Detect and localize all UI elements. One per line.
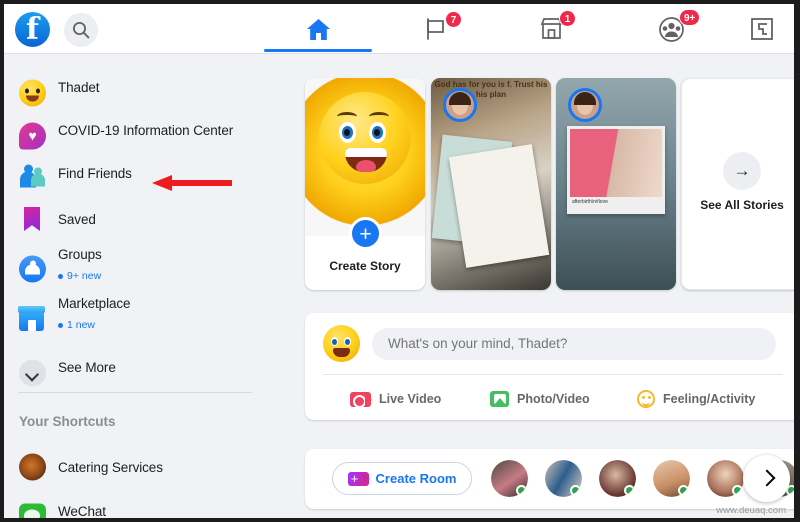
create-story-thumbnail <box>305 78 425 236</box>
groups-badge: 9+ <box>679 9 701 26</box>
sidebar-item-badge-groups: 9+ new <box>58 270 101 282</box>
sidebar-item-saved[interactable]: Saved <box>14 200 258 238</box>
feeling-activity-icon <box>637 390 655 408</box>
arrow-right-icon <box>723 152 761 190</box>
sidebar-item-wechat[interactable]: WeChat <box>14 492 258 518</box>
left-sidebar: Thadet COVID-19 Information Center Find … <box>4 54 266 518</box>
home-icon <box>306 18 330 40</box>
feeling-activity-label: Feeling/Activity <box>663 392 756 406</box>
sidebar-item-label: Marketplace <box>58 296 131 311</box>
chevron-down-icon <box>19 359 46 386</box>
sidebar-item-label: Thadet <box>58 79 100 95</box>
live-video-button[interactable]: Live Video <box>350 385 441 413</box>
sidebar-item-catering-services[interactable]: Catering Services <box>14 448 258 486</box>
gaming-icon <box>751 18 773 40</box>
online-status-dot <box>624 485 635 496</box>
chevron-right-icon[interactable] <box>743 455 790 502</box>
facebook-logo-icon[interactable]: f <box>15 12 50 47</box>
story-caption: afterbirth\n#love <box>572 199 608 205</box>
nav-tab-marketplace[interactable]: 1 <box>509 4 593 54</box>
contact-avatar[interactable] <box>707 460 744 497</box>
sidebar-item-label: Groups <box>58 247 102 262</box>
groups-circle-icon <box>19 255 46 282</box>
story-author-avatar <box>443 88 477 122</box>
sidebar-item-label: See More <box>58 359 116 375</box>
facebook-logo-glyph: f <box>26 12 39 47</box>
contact-avatar[interactable] <box>653 460 690 497</box>
nav-tab-flag[interactable]: 7 <box>394 4 478 54</box>
composer-divider <box>323 374 783 375</box>
feeling-activity-button[interactable]: Feeling/Activity <box>637 385 755 413</box>
plus-icon[interactable]: + <box>349 217 382 250</box>
browser-viewport: f 7 1 9+ Thadet ♥ COVID-19 Information C… <box>4 4 794 518</box>
online-status-dot <box>678 485 689 496</box>
sidebar-item-label: Find Friends <box>58 165 132 181</box>
create-room-label: Create Room <box>375 471 457 486</box>
photo-video-button[interactable]: Photo/Video <box>490 385 590 413</box>
sidebar-item-groups[interactable]: Groups 9+ new <box>14 244 258 282</box>
sidebar-item-label: Catering Services <box>58 459 163 475</box>
sidebar-item-label: WeChat <box>58 503 106 519</box>
online-status-dot <box>570 485 581 496</box>
active-tab-underline <box>264 49 372 52</box>
online-status-dot <box>516 485 527 496</box>
post-composer: Live Video Photo/Video Feeling/Activity <box>305 313 794 420</box>
flag-badge: 7 <box>445 11 462 28</box>
sidebar-item-marketplace[interactable]: Marketplace 1 new <box>14 293 258 331</box>
video-room-icon <box>347 469 370 488</box>
rooms-bar: Create Room <box>305 449 794 509</box>
create-room-button[interactable]: Create Room <box>332 462 472 495</box>
marketplace-badge: 1 <box>559 10 576 27</box>
story-polaroid: afterbirth\n#love <box>567 126 665 214</box>
photo-video-label: Photo/Video <box>517 392 590 406</box>
sidebar-item-label: Saved <box>58 211 96 227</box>
contact-avatar[interactable] <box>599 460 636 497</box>
story-card-2[interactable]: afterbirth\n#love <box>556 78 676 290</box>
shortcuts-section-header: Your Shortcuts <box>19 414 116 429</box>
contact-avatar[interactable] <box>491 460 528 497</box>
watermark: www.deuaq.com <box>716 505 786 516</box>
sidebar-divider <box>18 392 252 393</box>
story-card-1[interactable]: God has for you is f. Trust his his plan <box>431 78 551 290</box>
photo-video-icon <box>490 391 509 407</box>
live-video-label: Live Video <box>379 392 442 406</box>
sidebar-item-badge-marketplace: 1 new <box>58 319 95 331</box>
contact-avatar[interactable] <box>545 460 582 497</box>
nav-tab-groups[interactable]: 9+ <box>629 4 713 54</box>
nav-tab-gaming[interactable] <box>739 4 785 54</box>
sidebar-item-thadet[interactable]: Thadet <box>14 68 258 106</box>
top-navigation-bar: f 7 1 9+ <box>4 4 794 54</box>
sidebar-item-covid-19-information-center[interactable]: COVID-19 Information Center <box>14 111 258 149</box>
marketplace-store-icon <box>18 306 45 331</box>
search-icon[interactable] <box>64 13 98 47</box>
emoji-face-icon <box>319 92 411 184</box>
red-arrow-annotation-icon <box>152 175 232 191</box>
story-paper-front <box>448 144 550 268</box>
live-video-icon <box>350 391 372 408</box>
story-card-create[interactable]: + Create Story <box>305 78 425 290</box>
post-input[interactable] <box>372 328 776 360</box>
profile-emoji-avatar-icon <box>19 79 46 106</box>
find-friends-icon <box>19 164 46 192</box>
story-card-see-all[interactable]: See All Stories <box>681 78 794 290</box>
sidebar-item-label: COVID-19 Information Center <box>58 122 234 138</box>
see-all-stories-label: See All Stories <box>700 198 784 212</box>
online-status-dot <box>732 485 743 496</box>
nav-tab-home[interactable] <box>276 4 360 54</box>
catering-thumbnail-icon <box>19 453 46 481</box>
story-author-avatar <box>568 88 602 122</box>
wechat-icon <box>19 503 46 518</box>
avatar[interactable] <box>323 325 360 362</box>
create-story-label: Create Story <box>329 259 401 273</box>
covid-heart-icon <box>19 122 46 149</box>
bookmark-icon <box>24 207 40 231</box>
sidebar-item-see-more[interactable]: See More <box>14 348 258 386</box>
